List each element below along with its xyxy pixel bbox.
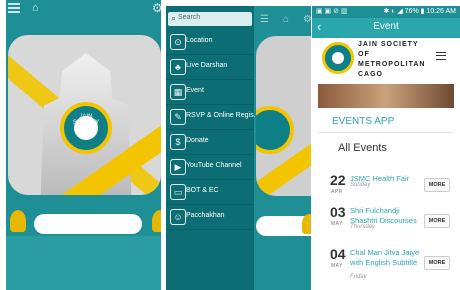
bottom-band: [6, 236, 161, 290]
org-name: JAIN SOCIETY OF METROPOLITAN CAGO: [358, 40, 428, 80]
bell-icon: [152, 210, 161, 232]
events-screen-panel: ▣ ▣ ⊘ ▥ ✱ ◐ ◢ 76% ▮ 10:26 AM ‹ Event JAI…: [312, 6, 460, 290]
event-name[interactable]: Chal Man Jitva Jaiye with English Subtit…: [350, 248, 422, 268]
battery-level: 76%: [404, 8, 419, 15]
id-card-icon: ▭: [170, 184, 186, 200]
more-button[interactable]: MORE: [424, 214, 450, 228]
status-time: 10:26 AM: [426, 8, 456, 15]
more-button[interactable]: MORE: [424, 178, 450, 192]
navigation-drawer: ⌕ Search ⊙ Location ♣ Live Darshan ▦ Event ✎ RS…: [166, 6, 256, 290]
search-icon: ⌕: [171, 13, 177, 23]
drawer-item-label: Location: [186, 37, 213, 44]
org-name-line: CAGO: [358, 71, 383, 78]
seal-text: JAIN SOCIETY: [72, 114, 100, 126]
hamburger-menu-icon[interactable]: [436, 52, 446, 60]
drawer-item[interactable]: $ Donate: [166, 130, 254, 155]
app-titlebar: ‹ Event: [312, 18, 460, 38]
calendar-icon: ▦: [170, 84, 186, 100]
drawer-item-label: BOT & EC: [186, 187, 219, 194]
settings-icon[interactable]: ⚙: [303, 14, 311, 25]
backdrop-topbar: ☰⌂⚙: [260, 14, 311, 25]
drawer-item-label: Donate: [186, 137, 209, 144]
home-screen-panel: ⌂ ⚙ JAIN SOCIETY: [6, 0, 161, 290]
temple-hero-image: [256, 36, 311, 196]
status-right: ✱ ◐ ◢ 76% ▮ 10:26 AM: [383, 7, 456, 15]
banner-image: [318, 84, 454, 108]
bell-icon: [302, 214, 311, 234]
more-button[interactable]: MORE: [424, 256, 450, 270]
drawer-item-label: Live Darshan: [186, 62, 228, 69]
drawer-screen-panel: ☰⌂⚙ ⌕ Search ⊙Location♣Live Darshan▦Even…: [166, 6, 311, 290]
signal-icons: ✱ ◐ ◢: [383, 8, 405, 15]
event-weekday: Thursday: [350, 224, 376, 230]
location-icon: ⊙: [170, 34, 186, 50]
event-day: 03: [330, 204, 346, 220]
settings-icon[interactable]: ⚙: [152, 2, 161, 14]
jain-society-seal: [60, 102, 112, 154]
person-icon: ☺: [170, 209, 186, 225]
jain-society-seal: [256, 106, 294, 154]
drawer-item[interactable]: ▶ YouTube Channel: [166, 155, 254, 180]
drawer-item-label: YouTube Channel: [186, 162, 242, 169]
live-darshan-icon: ♣: [170, 59, 186, 75]
drawer-item-label: Pacchakhan: [186, 212, 225, 219]
drawer-item[interactable]: ♣ Live Darshan: [166, 55, 254, 80]
youtube-icon: ▶: [170, 159, 186, 175]
drawer-item-label: RSVP & Online Regis.: [186, 112, 256, 119]
drawer-item[interactable]: ⊙ Location: [166, 30, 254, 55]
drawer-item[interactable]: ▭ BOT & EC: [166, 180, 254, 205]
drawer-item[interactable]: ▦ Event: [166, 80, 254, 105]
status-bar: ▣ ▣ ⊘ ▥ ✱ ◐ ◢ 76% ▮ 10:26 AM: [312, 6, 460, 18]
event-month: APR: [331, 189, 343, 195]
home-icon[interactable]: ⌂: [32, 3, 44, 14]
org-logo: [322, 42, 354, 74]
search-placeholder: Search: [178, 14, 201, 21]
org-name-line: METROPOLITAN: [358, 61, 426, 68]
org-name-line: JAIN SOCIETY: [358, 41, 419, 48]
event-month: MAY: [331, 263, 343, 269]
home-topbar: ⌂ ⚙: [6, 0, 161, 18]
hamburger-menu-icon[interactable]: [8, 3, 20, 13]
drawer-search-input[interactable]: ⌕ Search: [168, 12, 252, 26]
donate-icon: $: [170, 134, 186, 150]
event-row[interactable]: 04 MAY Chal Man Jitva Jaiye with English S…: [312, 246, 460, 286]
org-name-line: OF: [358, 51, 370, 58]
event-name[interactable]: Shri Fulchandji Shashtri Discourses: [350, 206, 422, 226]
event-day: 04: [330, 246, 346, 262]
rsvp-icon: ✎: [170, 109, 186, 125]
list-heading: All Events: [338, 142, 387, 154]
event-month: MAY: [331, 221, 343, 227]
notification-icons: ▣ ▣ ⊘ ▥: [316, 8, 348, 15]
page-title: Event: [373, 21, 399, 32]
event-row[interactable]: 03 MAY Shri Fulchandji Shashtri Discourses…: [312, 204, 460, 244]
hamburger-menu-icon[interactable]: ☰: [260, 14, 283, 25]
org-header: JAIN SOCIETY OF METROPOLITAN CAGO: [312, 38, 460, 82]
divider: [318, 132, 454, 133]
drawer-item[interactable]: ☺ Pacchakhan: [166, 205, 254, 230]
event-day: 22: [330, 172, 346, 188]
event-weekday: Friday: [350, 274, 367, 280]
home-icon[interactable]: ⌂: [283, 14, 303, 25]
bell-icon: [10, 210, 26, 232]
drawer-item-label: Event: [186, 87, 204, 94]
home-search-bar[interactable]: [34, 214, 142, 234]
drawer-item[interactable]: ✎ RSVP & Online Regis.: [166, 105, 256, 130]
section-heading: EVENTS APP: [332, 116, 395, 127]
event-weekday: Sunday: [350, 182, 371, 188]
